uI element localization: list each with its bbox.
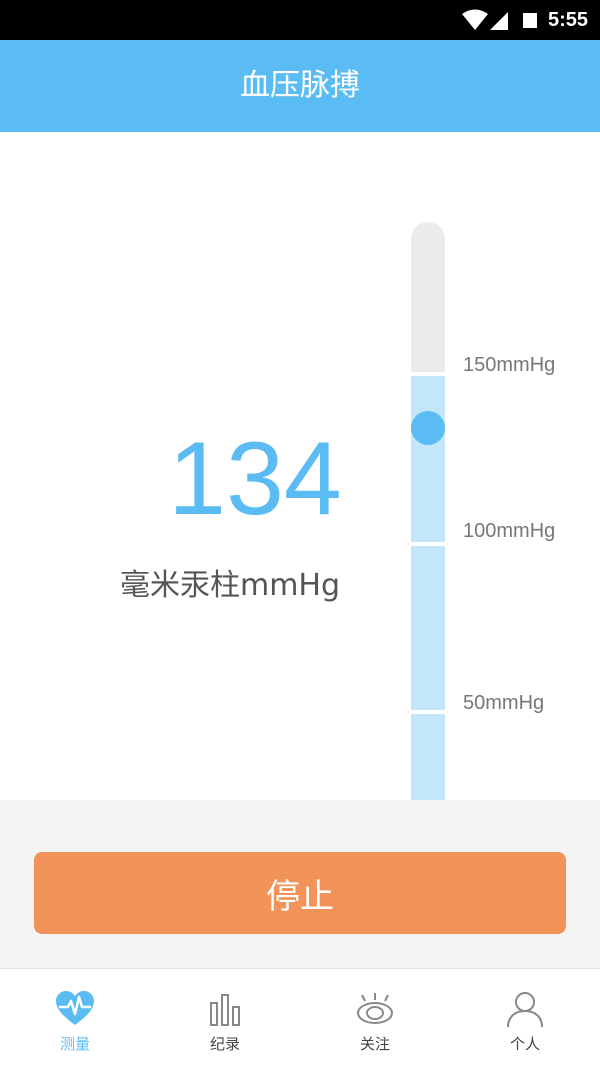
signal-icon	[490, 12, 508, 30]
status-time: 5:55	[548, 9, 589, 31]
status-bar: 5:55	[0, 0, 600, 40]
stop-button[interactable]: 停止	[34, 852, 566, 934]
gauge-label-50: 50mmHg	[463, 692, 545, 714]
eye-icon	[357, 993, 393, 1024]
app-header: 血压脉搏	[0, 40, 600, 132]
heart-pulse-icon	[56, 991, 94, 1025]
tab-bar: 测量 纪录 关注 个人	[0, 968, 600, 1068]
wifi-icon	[462, 9, 488, 30]
measurement-panel: 134 毫米汞柱mmHg 150mmHg 100mmHg 50mmHg	[0, 132, 600, 802]
bar-chart-icon	[210, 994, 240, 1026]
tab-label: 个人	[509, 1035, 540, 1053]
pressure-reading: 134	[168, 421, 342, 537]
gauge-divider-50	[411, 710, 445, 714]
tab-follow[interactable]: 关注	[300, 969, 450, 1068]
tab-label: 关注	[359, 1035, 390, 1053]
tab-records[interactable]: 纪录	[150, 969, 300, 1068]
gauge-indicator-knob	[411, 411, 445, 446]
action-panel: 停止	[0, 800, 600, 968]
page-title: 血压脉搏	[240, 68, 360, 103]
gauge-label-150: 150mmHg	[463, 354, 556, 376]
tab-measure[interactable]: 测量	[0, 969, 150, 1068]
person-icon	[507, 992, 543, 1028]
gauge-divider-100	[411, 542, 445, 546]
tab-label: 纪录	[209, 1035, 240, 1053]
pressure-gauge	[411, 222, 445, 802]
tab-label: 测量	[59, 1035, 90, 1053]
battery-icon	[523, 13, 537, 28]
gauge-divider-150	[411, 372, 445, 376]
gauge-label-100: 100mmHg	[463, 520, 556, 542]
pressure-unit: 毫米汞柱mmHg	[119, 568, 341, 603]
tab-profile[interactable]: 个人	[450, 969, 600, 1068]
